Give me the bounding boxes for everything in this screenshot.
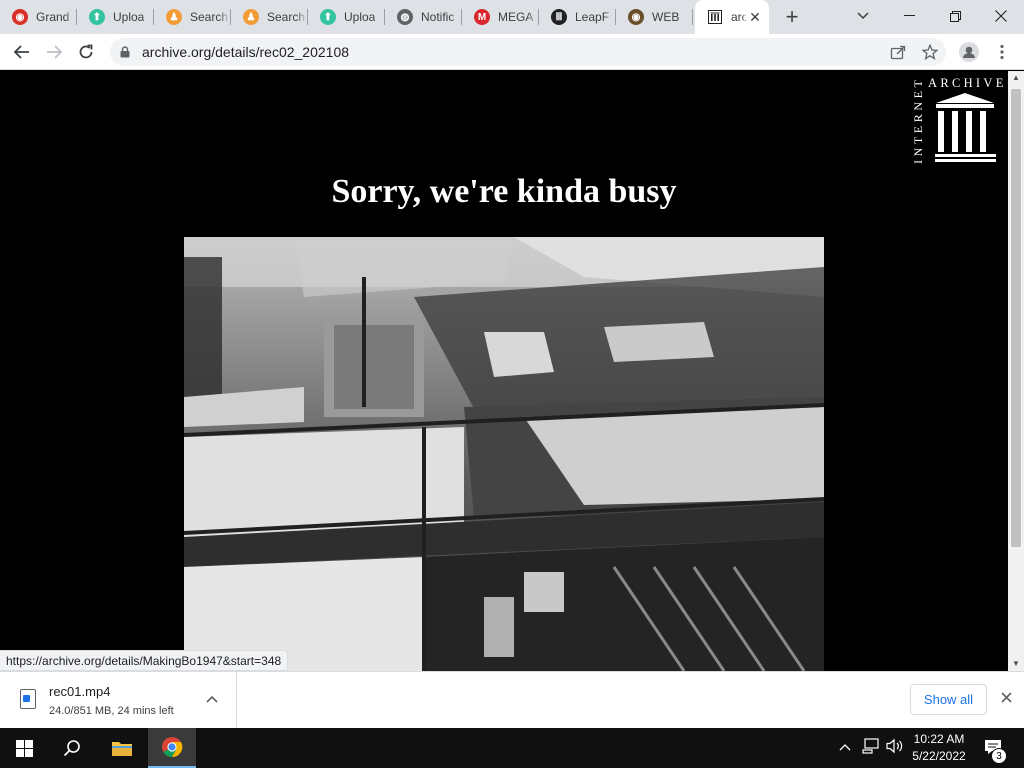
scroll-up-arrow-icon[interactable]: ▲: [1008, 71, 1024, 85]
tab-8[interactable]: ◉ WEB: [616, 0, 693, 34]
tab-title: Search: [190, 10, 229, 24]
download-progress-text: 24.0/851 MB, 24 mins left: [49, 705, 174, 717]
upload-cloud-icon: ⬆: [320, 9, 336, 25]
tab-1[interactable]: ⬆ Uploa: [77, 0, 154, 34]
restore-button[interactable]: [932, 0, 978, 32]
chevron-up-icon[interactable]: [839, 739, 851, 754]
close-window-button[interactable]: [978, 0, 1024, 32]
tab-5[interactable]: ◍ Notific: [385, 0, 462, 34]
person-icon: [959, 42, 979, 62]
bookmark-star-icon[interactable]: [916, 38, 944, 66]
tab-search-button[interactable]: [840, 0, 886, 32]
minimize-button[interactable]: [886, 0, 932, 32]
logo-top-text: ARCHIVE: [928, 76, 1004, 90]
page-title: Sorry, we're kinda busy: [331, 173, 677, 210]
windows-logo-icon: [15, 739, 33, 757]
download-file-name: rec01.mp4: [49, 684, 111, 699]
notification-count-badge: 3: [991, 748, 1007, 764]
tab-3[interactable]: ♟ Search: [231, 0, 308, 34]
archive-building-icon: Ⅲ: [551, 9, 567, 25]
clock-date: 5/22/2022: [912, 749, 966, 763]
start-button[interactable]: [0, 728, 48, 768]
tab-title: Notific: [421, 10, 455, 24]
chevron-down-icon: [857, 12, 869, 20]
page-content: INTERNET ARCHIVE Sorry, we're kinda busy: [0, 71, 1008, 671]
mega-icon: M: [474, 9, 490, 25]
tab-0[interactable]: ◉ Grand: [0, 0, 77, 34]
tab-title: LeapF: [575, 10, 610, 24]
tab-list: ◉ Grand ⬆ Uploa ♟ Search ♟ Search ⬆ Uploa ◍ Notific…: [0, 0, 693, 34]
reload-icon: [79, 44, 93, 59]
tab-title: WEB: [652, 10, 680, 24]
tab-strip: ◉ Grand ⬆ Uploa ♟ Search ♟ Search ⬆ Uploa ◍ Notific…: [0, 0, 1024, 34]
tab-2[interactable]: ♟ Search: [154, 0, 231, 34]
tab-7[interactable]: Ⅲ LeapF: [539, 0, 616, 34]
arrow-left-icon: [14, 45, 29, 59]
person-icon: ♟: [243, 9, 259, 25]
tab-title: Search: [267, 10, 306, 24]
arrow-right-icon: [47, 45, 62, 59]
tab-active[interactable]: arc ✕: [695, 0, 769, 34]
scroll-down-arrow-icon[interactable]: ▼: [1008, 657, 1024, 671]
network-icon[interactable]: [862, 738, 880, 757]
scrollbar-thumb[interactable]: [1011, 89, 1021, 547]
forward-button[interactable]: [40, 38, 68, 66]
show-all-button[interactable]: Show all: [910, 684, 987, 715]
tab-title: MEGA: [498, 10, 534, 24]
file-explorer-button[interactable]: [98, 728, 146, 768]
folder-icon: [112, 742, 132, 756]
logo-side-text: INTERNET: [911, 77, 925, 164]
download-shelf: rec01.mp4 24.0/851 MB, 24 mins left Show…: [0, 671, 1024, 728]
status-bar-url: https://archive.org/details/MakingBo1947…: [0, 650, 289, 671]
tab-title: arc: [731, 10, 747, 24]
video-file-icon: [20, 689, 36, 709]
close-icon[interactable]: [996, 688, 1016, 710]
internet-archive-logo[interactable]: INTERNET ARCHIVE: [910, 73, 1004, 165]
lock-icon: [120, 46, 130, 58]
chevron-up-icon[interactable]: [204, 689, 220, 709]
search-button[interactable]: [48, 728, 96, 768]
tab-title: Grand: [36, 10, 70, 24]
chrome-taskbar-button[interactable]: [148, 728, 196, 768]
system-clock[interactable]: 10:22 AM 5/22/2022: [906, 731, 972, 765]
profile-avatar[interactable]: [955, 38, 983, 66]
volume-icon[interactable]: [886, 738, 904, 757]
eye-icon: ◉: [628, 9, 644, 25]
url-text[interactable]: archive.org/details/rec02_202108: [142, 44, 349, 60]
chrome-icon: [162, 737, 183, 758]
address-bar[interactable]: archive.org/details/rec02_202108: [110, 38, 946, 66]
tab-title: Uploa: [344, 10, 376, 24]
page-scrollbar[interactable]: ▲ ▼: [1008, 71, 1024, 671]
browser-toolbar: archive.org/details/rec02_202108: [0, 34, 1024, 70]
tab-4[interactable]: ⬆ Uploa: [308, 0, 385, 34]
clock-time: 10:22 AM: [913, 732, 965, 746]
menu-kebab-icon[interactable]: [988, 38, 1016, 66]
windows-taskbar: 10:22 AM 5/22/2022 3: [0, 728, 1024, 768]
tab-title: Uploa: [113, 10, 145, 24]
share-icon[interactable]: [884, 38, 912, 66]
upload-cloud-icon: ⬆: [89, 9, 105, 25]
video-still-image[interactable]: [184, 237, 824, 671]
new-tab-button[interactable]: +: [775, 0, 809, 34]
red-circle-icon: ◉: [12, 9, 28, 25]
tab-6[interactable]: M MEGA: [462, 0, 539, 34]
archive-building-icon: [707, 9, 723, 25]
person-icon: ♟: [166, 9, 182, 25]
globe-icon: ◍: [397, 9, 413, 25]
close-tab-icon[interactable]: ✕: [747, 9, 763, 26]
download-item[interactable]: rec01.mp4 24.0/851 MB, 24 mins left: [0, 672, 237, 728]
search-icon: [63, 740, 80, 757]
reload-button[interactable]: [72, 38, 100, 66]
back-button[interactable]: [8, 38, 36, 66]
